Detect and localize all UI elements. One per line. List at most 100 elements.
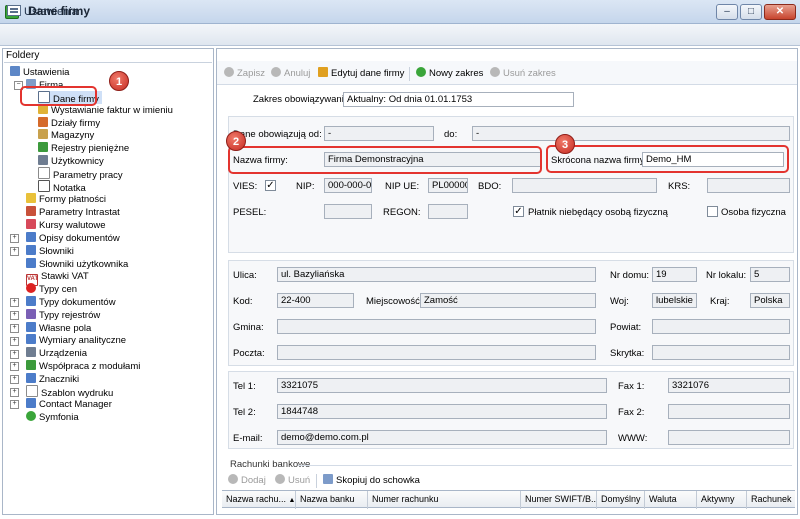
pesel-field[interactable] [324,204,372,219]
column-header-currency[interactable]: Waluta [645,491,697,509]
tree-item-slowniki[interactable]: Słowniki [26,245,74,258]
valid-to-field[interactable]: - [472,126,790,141]
post-office-field[interactable] [277,345,596,360]
tree-item-typy-rejestrow[interactable]: Typy rejestrów [26,309,100,322]
edit-company-button[interactable]: Edytuj dane firmy [318,67,404,81]
column-header-bank-name[interactable]: Nazwa banku [296,491,368,509]
column-header-account[interactable]: Rachunek [747,491,795,509]
tree-item-symfonia[interactable]: Symfonia [26,411,79,424]
intrastat-icon [26,206,36,216]
tree-expander[interactable]: + [10,298,19,307]
tree-item-rejestry[interactable]: Rejestry pieniężne [38,142,129,155]
modules-icon [26,360,36,370]
bank-accounts-grid-header: Nazwa rachu... ▲ Nazwa banku Numer rachu… [222,490,795,509]
range-select[interactable]: Aktualny: Od dnia 01.01.1753 [343,92,574,107]
maximize-button[interactable]: □ [740,4,762,20]
valid-from-field[interactable]: - [324,126,434,141]
column-header-swift[interactable]: Numer SWIFT/B... [521,491,597,509]
street-label: Ulica: [233,270,257,281]
register-types-icon [26,309,36,319]
tree-expander[interactable]: + [10,324,19,333]
city-label: Miejscowość: [366,296,423,307]
street-field[interactable]: ul. Bazyliańska [277,267,596,282]
remove-account-button[interactable]: Usuń [275,474,310,488]
vies-label: VIES: [233,181,258,192]
po-box-field[interactable] [652,345,790,360]
save-button[interactable]: Zapisz [224,67,265,81]
column-header-default[interactable]: Domyślny [597,491,645,509]
tel1-field[interactable]: 3321075 [277,378,607,393]
www-field[interactable] [668,430,790,445]
new-range-button[interactable]: Nowy zakres [416,67,483,81]
nip-ue-field[interactable]: PL000000 [428,178,468,193]
tree-item-opisy[interactable]: Opisy dokumentów [26,232,120,245]
tree-item-contact-manager[interactable]: Contact Manager [26,398,112,411]
fax1-label: Fax 1: [618,381,645,392]
province-field[interactable]: lubelskie [652,293,697,308]
vat-payer-checkbox[interactable]: ✓ [513,206,524,217]
country-field[interactable]: Polska [750,293,790,308]
nip-ue-label: NIP UE: [385,181,420,192]
column-header-account-name[interactable]: Nazwa rachu... ▲ [222,491,296,509]
tree-expander[interactable]: + [10,375,19,384]
tree-item-wspolpraca[interactable]: Współpraca z modułami [26,360,140,373]
tree-expander[interactable]: + [10,311,19,320]
tree-item-stawki-vat[interactable]: VAT Stawki VAT [26,270,89,286]
zip-label: Kod: [233,296,253,307]
fax1-field[interactable]: 3321076 [668,378,790,393]
tree-item-kursy[interactable]: Kursy walutowe [26,219,106,232]
tree-item-magazyny[interactable]: Magazyny [38,129,94,142]
house-number-label: Nr domu: [610,270,650,281]
cancel-button[interactable]: Anuluj [271,67,310,81]
range-label: Zakres obowiązywania [253,94,350,105]
tree-expander[interactable]: + [10,400,19,409]
minimize-button[interactable]: – [716,4,738,20]
country-label: Kraj: [710,296,730,307]
house-number-field[interactable]: 19 [652,267,697,282]
tree-item-szablon[interactable]: Szablon wydruku [26,385,113,399]
vies-checkbox[interactable]: ✓ [265,180,276,191]
tree-item-notatka[interactable]: Notatka [38,180,86,194]
tree-item-formy-platnosci[interactable]: Formy płatności [26,193,106,206]
add-account-button[interactable]: Dodaj [228,474,266,488]
tree-expander[interactable]: + [10,247,19,256]
tree-expander[interactable]: + [10,337,19,346]
minus-icon [275,474,285,484]
tree-expander[interactable]: + [10,362,19,371]
commune-label: Gmina: [233,322,264,333]
krs-field[interactable] [707,178,790,193]
city-field[interactable]: Zamość [420,293,596,308]
tree-expander[interactable]: + [10,350,19,359]
checkmark-icon [224,67,234,77]
tree-item-typy-cen[interactable]: Typy cen [26,283,77,296]
county-field[interactable] [652,319,790,334]
email-field[interactable]: demo@demo.com.pl [277,430,607,445]
tel2-field[interactable]: 1844748 [277,404,607,419]
flat-number-field[interactable]: 5 [750,267,790,282]
copy-to-clipboard-button[interactable]: Skopiuj do schowka [323,474,420,488]
tree-expander[interactable]: + [10,388,19,397]
tree-item-wymiary[interactable]: Wymiary analityczne [26,334,126,347]
natural-person-checkbox[interactable] [707,206,718,217]
delete-range-button[interactable]: Usuń zakres [490,67,556,81]
close-button[interactable]: ✕ [764,4,796,20]
bdo-field[interactable] [512,178,657,193]
analytics-dimensions-icon [26,334,36,344]
nip-field[interactable]: 000-000-00 [324,178,372,193]
zip-field[interactable]: 22-400 [277,293,354,308]
printer-icon [26,347,36,357]
regon-field[interactable] [428,204,468,219]
commune-field[interactable] [277,319,596,334]
tree-item-ustawienia[interactable]: Ustawienia [10,66,69,79]
tree-expander[interactable]: + [10,234,19,243]
nip-label: NIP: [296,181,315,192]
callout-badge-2: 2 [226,131,246,151]
tree-item-typy-dokumentow[interactable]: Typy dokumentów [26,296,116,309]
folders-label: Foldery [6,50,40,61]
column-header-account-number[interactable]: Numer rachunku [368,491,521,509]
column-header-active[interactable]: Aktywny [697,491,747,509]
tree-item-urzadzenia[interactable]: Urządzenia [26,347,87,360]
tree-item-parametry-pracy[interactable]: Parametry pracy [38,167,123,181]
tree-item-intrastat[interactable]: Parametry Intrastat [26,206,120,219]
fax2-field[interactable] [668,404,790,419]
